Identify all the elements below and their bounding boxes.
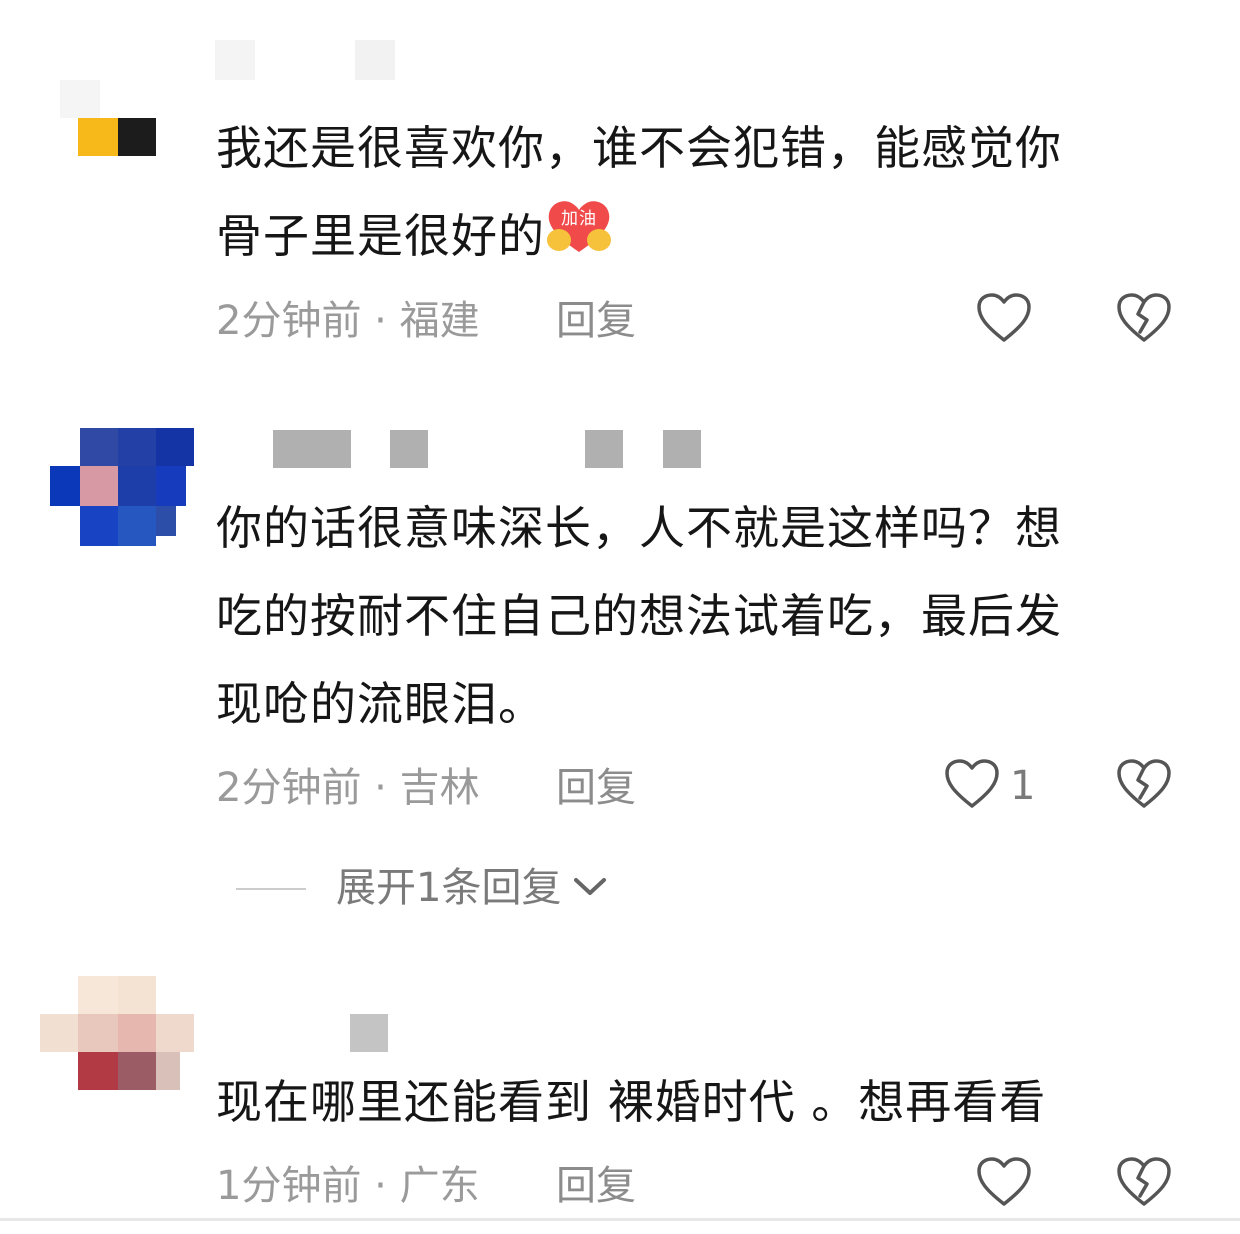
comment-text-line: 你的话很意味深长，人不就是这样吗？想 <box>216 501 1062 555</box>
comment-text: 现在哪里还能看到 裸婚时代 。想再看看 <box>216 1058 1206 1146</box>
comment-text-line: 骨子里是很好的 加油 <box>216 192 1176 280</box>
comment-meta: 2分钟前 · 吉林 <box>216 765 480 811</box>
reply-button[interactable]: 回复 <box>556 764 636 812</box>
comment-text-line: 现呛的流眼泪。 <box>216 677 545 731</box>
reply-button[interactable]: 回复 <box>556 1162 636 1210</box>
dislike-button[interactable] <box>1116 1156 1172 1208</box>
emoji-label: 加油 <box>561 209 597 229</box>
broken-heart-icon <box>1116 1156 1172 1208</box>
reply-button[interactable]: 回复 <box>556 297 636 345</box>
heart-outline-icon <box>976 292 1032 344</box>
avatar[interactable] <box>40 40 395 170</box>
jiayou-emoji-icon: 加油 <box>545 196 613 256</box>
chevron-down-icon <box>571 872 609 904</box>
broken-heart-icon <box>1116 292 1172 344</box>
comment-text-line: 我还是很喜欢你，谁不会犯错，能感觉你 <box>216 121 1062 175</box>
expand-replies-label: 展开1条回复 <box>336 865 562 911</box>
comment-text: 你的话很意味深长，人不就是这样吗？想 吃的按耐不住自己的想法试着吃，最后发 现呛… <box>216 484 1176 748</box>
dislike-button[interactable] <box>1116 758 1172 810</box>
broken-heart-icon <box>1116 758 1172 810</box>
comment-text-line: 现在哪里还能看到 裸婚时代 。想再看看 <box>216 1075 1047 1129</box>
like-button[interactable] <box>944 758 1000 810</box>
expand-divider <box>236 888 306 890</box>
comment-meta: 2分钟前 · 福建 <box>216 298 480 344</box>
comment-text: 我还是很喜欢你，谁不会犯错，能感觉你 骨子里是很好的 加油 <box>216 104 1176 280</box>
like-button[interactable] <box>976 292 1032 344</box>
bottom-divider <box>0 1218 1240 1221</box>
heart-outline-icon <box>944 758 1000 810</box>
expand-replies-button[interactable]: 展开1条回复 <box>336 864 609 912</box>
like-button[interactable] <box>976 1156 1032 1208</box>
like-count: 1 <box>1010 763 1036 809</box>
comment-meta: 1分钟前 · 广东 <box>216 1163 480 1209</box>
heart-outline-icon <box>976 1156 1032 1208</box>
dislike-button[interactable] <box>1116 292 1172 344</box>
comment-text-line: 吃的按耐不住自己的想法试着吃，最后发 <box>216 589 1062 643</box>
